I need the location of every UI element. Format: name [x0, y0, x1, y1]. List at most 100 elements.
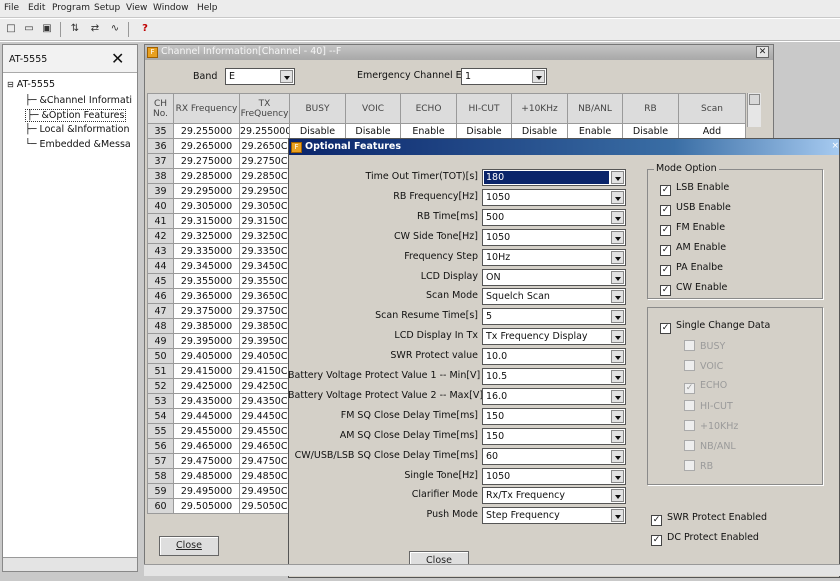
channel-number-cell[interactable]: 43	[147, 243, 174, 259]
rx-frequency-cell[interactable]: 29.465000	[173, 438, 240, 454]
field-select[interactable]: 16.0	[482, 387, 626, 405]
tx-frequency-cell[interactable]: 29.3950C	[239, 333, 290, 349]
tx-frequency-cell[interactable]: 29.4750C	[239, 453, 290, 469]
field-select[interactable]: 1050	[482, 188, 626, 206]
option-checkbox[interactable]: RB	[684, 460, 713, 472]
chevron-down-icon[interactable]	[532, 70, 545, 83]
checkbox-box[interactable]: ✓	[660, 265, 671, 276]
field-select[interactable]: 150	[482, 427, 626, 445]
rx-frequency-cell[interactable]: 29.505000	[173, 498, 240, 514]
menu-setup[interactable]: Setup	[94, 3, 120, 13]
field-select[interactable]: ON	[482, 268, 626, 286]
field-select[interactable]: Tx Frequency Display	[482, 328, 626, 346]
option-checkbox[interactable]: +10KHz	[684, 420, 738, 432]
channel-number-cell[interactable]: 51	[147, 363, 174, 379]
tx-frequency-cell[interactable]: 29.5050C	[239, 498, 290, 514]
tree-root[interactable]: ⊟ AT-5555	[7, 79, 55, 90]
tx-frequency-cell[interactable]: 29.4850C	[239, 468, 290, 484]
option-checkbox[interactable]: ✓ ECHO	[684, 380, 727, 394]
tx-frequency-cell[interactable]: 29.2650C	[239, 138, 290, 154]
scroll-up-icon[interactable]	[749, 94, 760, 105]
chevron-down-icon[interactable]	[611, 509, 624, 523]
read-icon[interactable]: ⇅	[68, 22, 82, 36]
field-select[interactable]: 60	[482, 447, 626, 465]
tx-frequency-cell[interactable]: 29.3250C	[239, 228, 290, 244]
dc-protect-checkbox[interactable]: ✓ DC Protect Enabled	[651, 532, 759, 546]
checkbox-box[interactable]	[684, 420, 695, 431]
flag-cell[interactable]: Disable	[622, 123, 679, 139]
workspace-horizontal-scrollbar[interactable]	[144, 564, 840, 576]
option-checkbox[interactable]: NB/ANL	[684, 440, 736, 452]
flag-cell[interactable]: Add	[678, 123, 746, 139]
channel-number-cell[interactable]: 46	[147, 288, 174, 304]
rx-frequency-cell[interactable]: 29.345000	[173, 258, 240, 274]
menu-program[interactable]: Program	[52, 3, 90, 13]
chevron-down-icon[interactable]	[611, 210, 624, 224]
option-checkbox[interactable]: ✓ LSB Enable	[660, 182, 729, 196]
channel-number-cell[interactable]: 39	[147, 183, 174, 199]
checkbox-box[interactable]: ✓	[660, 323, 671, 334]
chevron-down-icon[interactable]	[611, 409, 624, 423]
field-select[interactable]: 180	[482, 169, 626, 186]
chevron-down-icon[interactable]	[611, 171, 624, 184]
tx-frequency-cell[interactable]: 29.255000	[239, 123, 290, 139]
channel-number-cell[interactable]: 49	[147, 333, 174, 349]
field-select[interactable]: 10.5	[482, 368, 626, 385]
rx-frequency-cell[interactable]: 29.495000	[173, 483, 240, 499]
option-checkbox[interactable]: ✓ CW Enable	[660, 282, 727, 296]
checkbox-box[interactable]: ✓	[660, 185, 671, 196]
checkbox-box[interactable]	[684, 460, 695, 471]
rx-frequency-cell[interactable]: 29.395000	[173, 333, 240, 349]
chevron-down-icon[interactable]	[611, 310, 624, 324]
chevron-down-icon[interactable]	[611, 250, 624, 264]
close-icon[interactable]: ✕	[111, 49, 124, 68]
tx-frequency-cell[interactable]: 29.3050C	[239, 198, 290, 214]
rx-frequency-cell[interactable]: 29.295000	[173, 183, 240, 199]
tree-item-local-information[interactable]: ├─ Local &Information	[25, 124, 130, 135]
chevron-down-icon[interactable]	[611, 330, 624, 344]
checkbox-box[interactable]: ✓	[660, 205, 671, 216]
checkbox-box[interactable]	[684, 440, 695, 451]
tx-frequency-cell[interactable]: 29.4150C	[239, 363, 290, 379]
flag-cell[interactable]: Disable	[345, 123, 401, 139]
flag-cell[interactable]: Disable	[289, 123, 346, 139]
rx-frequency-cell[interactable]: 29.485000	[173, 468, 240, 484]
channel-number-cell[interactable]: 44	[147, 258, 174, 274]
channel-number-cell[interactable]: 36	[147, 138, 174, 154]
tx-frequency-cell[interactable]: 29.4950C	[239, 483, 290, 499]
tx-frequency-cell[interactable]: 29.4450C	[239, 408, 290, 424]
rx-frequency-cell[interactable]: 29.335000	[173, 243, 240, 259]
channel-number-cell[interactable]: 47	[147, 303, 174, 319]
checkbox-box[interactable]: ✓	[651, 535, 662, 546]
band-select[interactable]: E	[225, 68, 295, 85]
tx-frequency-cell[interactable]: 29.3150C	[239, 213, 290, 229]
checkbox-box[interactable]: ✓	[660, 245, 671, 256]
option-checkbox[interactable]: ✓ AM Enable	[660, 242, 726, 256]
chevron-down-icon[interactable]	[280, 70, 293, 83]
tx-frequency-cell[interactable]: 29.4550C	[239, 423, 290, 439]
emergency-channel-select[interactable]: 1	[461, 68, 547, 85]
help-icon[interactable]: ?	[138, 22, 152, 36]
rx-frequency-cell[interactable]: 29.405000	[173, 348, 240, 364]
tx-frequency-cell[interactable]: 29.4250C	[239, 378, 290, 394]
rx-frequency-cell[interactable]: 29.265000	[173, 138, 240, 154]
channel-number-cell[interactable]: 40	[147, 198, 174, 214]
chevron-down-icon[interactable]	[611, 489, 624, 503]
chevron-down-icon[interactable]	[611, 290, 624, 304]
channel-number-cell[interactable]: 57	[147, 453, 174, 469]
menu-window[interactable]: Window	[153, 3, 189, 13]
option-checkbox[interactable]: BUSY	[684, 340, 725, 352]
chevron-down-icon[interactable]	[611, 469, 624, 483]
rx-frequency-cell[interactable]: 29.305000	[173, 198, 240, 214]
rx-frequency-cell[interactable]: 29.415000	[173, 363, 240, 379]
channel-number-cell[interactable]: 48	[147, 318, 174, 334]
tx-frequency-cell[interactable]: 29.3350C	[239, 243, 290, 259]
rx-frequency-cell[interactable]: 29.435000	[173, 393, 240, 409]
field-select[interactable]: 1050	[482, 467, 626, 485]
rx-frequency-cell[interactable]: 29.285000	[173, 168, 240, 184]
channel-number-cell[interactable]: 52	[147, 378, 174, 394]
channel-number-cell[interactable]: 54	[147, 408, 174, 424]
close-icon[interactable]: ✕	[756, 46, 769, 58]
channel-number-cell[interactable]: 41	[147, 213, 174, 229]
flag-cell[interactable]: Enable	[567, 123, 623, 139]
